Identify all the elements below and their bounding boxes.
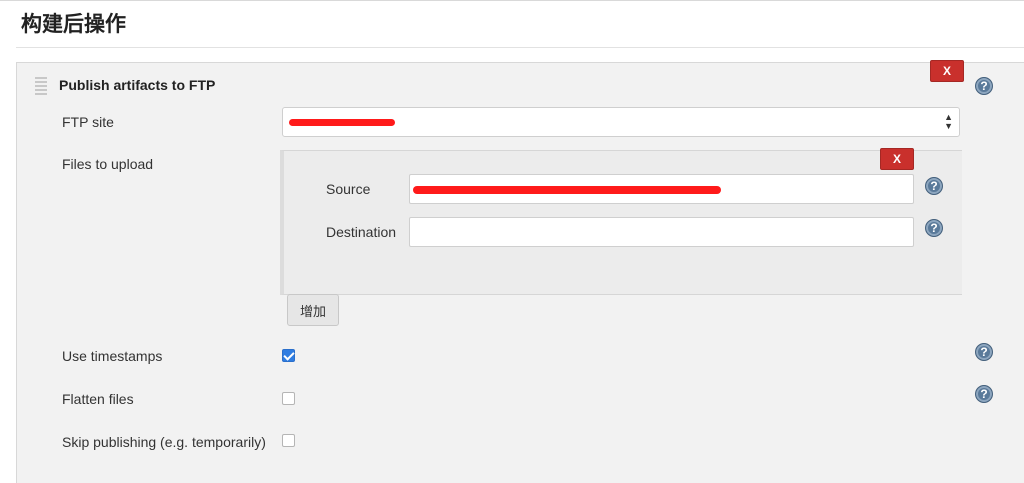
- destination-input[interactable]: [409, 217, 914, 247]
- drag-handle-icon[interactable]: [35, 77, 47, 97]
- help-publisher-icon[interactable]: ?: [975, 77, 993, 95]
- section-title: 构建后操作: [21, 12, 126, 36]
- help-source-icon[interactable]: ?: [925, 177, 943, 195]
- ftp-site-select[interactable]: ▲ ▼: [282, 107, 960, 137]
- redaction-mark: [289, 119, 395, 126]
- use-timestamps-label: Use timestamps: [62, 348, 163, 364]
- flatten-files-checkbox[interactable]: [282, 392, 295, 405]
- redaction-mark: [413, 186, 721, 194]
- panel-title: Publish artifacts to FTP: [59, 77, 216, 93]
- skip-publishing-label: Skip publishing (e.g. temporarily): [62, 434, 266, 450]
- help-timestamps-icon[interactable]: ?: [975, 343, 993, 361]
- section-divider: [16, 47, 1024, 48]
- add-file-set-button[interactable]: 增加: [287, 294, 339, 326]
- flatten-files-label: Flatten files: [62, 391, 134, 407]
- delete-publisher-button[interactable]: X: [930, 60, 964, 82]
- top-divider: [0, 0, 1024, 1]
- publish-ftp-panel: Publish artifacts to FTP X ? FTP site ▲ ▼…: [16, 60, 1024, 483]
- skip-publishing-checkbox[interactable]: [282, 434, 295, 447]
- delete-file-set-button[interactable]: X: [880, 148, 914, 170]
- files-to-upload-label: Files to upload: [62, 156, 154, 172]
- select-arrows-icon: ▲ ▼: [944, 112, 953, 131]
- help-destination-icon[interactable]: ?: [925, 219, 943, 237]
- help-flatten-icon[interactable]: ?: [975, 385, 993, 403]
- source-label: Source: [326, 181, 371, 197]
- destination-label: Destination: [326, 224, 397, 240]
- ftp-site-label: FTP site: [62, 114, 114, 130]
- use-timestamps-checkbox[interactable]: [282, 349, 295, 362]
